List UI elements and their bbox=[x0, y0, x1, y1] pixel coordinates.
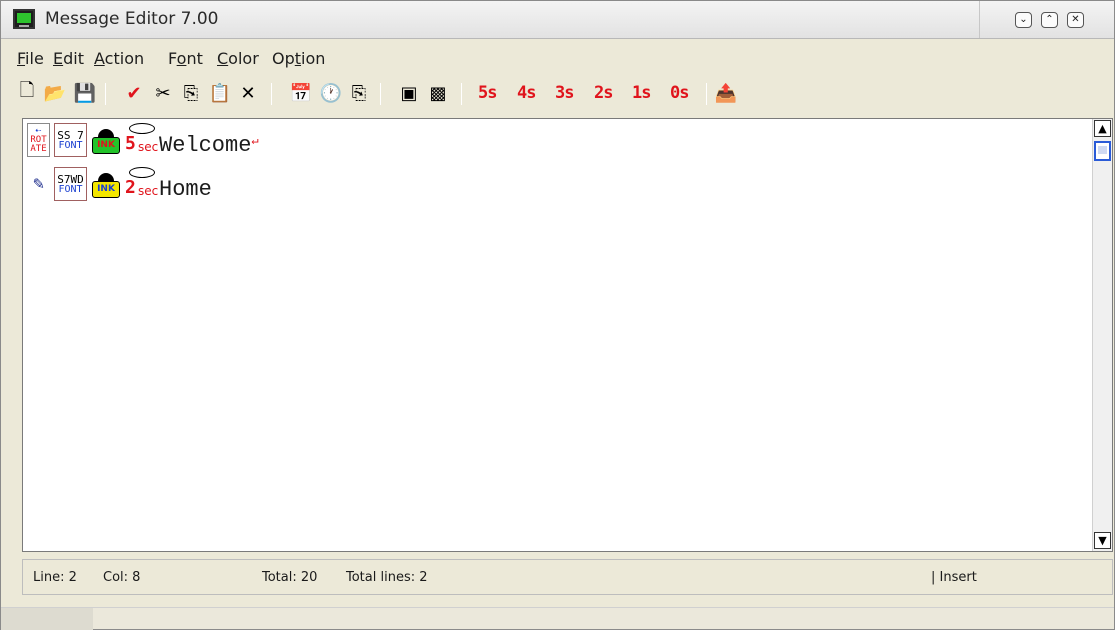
wipe-effect-icon[interactable]: ✎ bbox=[27, 167, 50, 201]
scroll-down-button[interactable]: ▼ bbox=[1094, 532, 1111, 549]
menu-edit[interactable]: Edit bbox=[53, 49, 84, 68]
toolbar: 🗋 📂 💾 ✔ ✂ ⎘ 📋 ✕ 📅 🕐 ⎘ ▣ ▩ 5s 4s 3s 2s 1s… bbox=[1, 77, 1114, 111]
message-line[interactable]: ✎ S7WD FONT INK 2 sec Home bbox=[27, 167, 527, 202]
send-message-icon[interactable]: 📤 bbox=[714, 81, 738, 105]
duration-icon[interactable]: 5 sec bbox=[125, 123, 158, 157]
duplicate-icon[interactable]: ⎘ bbox=[347, 81, 371, 105]
menu-action[interactable]: Action bbox=[94, 49, 144, 68]
menu-file[interactable]: File bbox=[17, 49, 44, 68]
save-icon[interactable]: 💾 bbox=[73, 81, 97, 105]
duration-icon[interactable]: 2 sec bbox=[125, 167, 158, 201]
font-code-icon[interactable]: S7WD FONT bbox=[54, 167, 87, 201]
menu-bar: File Edit Action Font Color Option bbox=[1, 45, 1114, 71]
delete-icon[interactable]: ✕ bbox=[236, 81, 260, 105]
message-text: Welcome↵ bbox=[159, 133, 259, 158]
toolbar-separator bbox=[105, 83, 106, 105]
scroll-thumb[interactable] bbox=[1094, 141, 1111, 161]
title-bar[interactable]: Message Editor 7.00 ⌄ ⌃ ✕ bbox=[1, 1, 1114, 39]
vertical-scrollbar[interactable]: ▲ ▼ bbox=[1092, 119, 1112, 551]
menu-font[interactable]: Font bbox=[168, 49, 203, 68]
toolbar-separator bbox=[380, 83, 381, 105]
cut-icon[interactable]: ✂ bbox=[151, 81, 175, 105]
toolbar-separator bbox=[271, 83, 272, 105]
time-3s-button[interactable]: 3s bbox=[555, 83, 575, 103]
open-folder-icon[interactable]: 📂 bbox=[43, 81, 67, 105]
frame-a-icon[interactable]: ▣ bbox=[397, 81, 421, 105]
status-total: Total: 20 bbox=[262, 570, 318, 585]
window-title: Message Editor 7.00 bbox=[45, 9, 219, 29]
toolbar-separator bbox=[706, 83, 707, 105]
menu-color[interactable]: Color bbox=[217, 49, 259, 68]
time-2s-button[interactable]: 2s bbox=[594, 83, 614, 103]
time-5s-button[interactable]: 5s bbox=[478, 83, 498, 103]
rotate-effect-icon[interactable]: ⇠ ROT ATE bbox=[27, 123, 50, 157]
menu-option[interactable]: Option bbox=[272, 49, 325, 68]
frame-b-icon[interactable]: ▩ bbox=[426, 81, 450, 105]
paste-icon[interactable]: 📋 bbox=[208, 81, 232, 105]
check-icon[interactable]: ✔ bbox=[122, 81, 146, 105]
time-0s-button[interactable]: 0s bbox=[670, 83, 690, 103]
insert-date-icon[interactable]: 📅 bbox=[289, 81, 313, 105]
insert-time-icon[interactable]: 🕐 bbox=[319, 81, 343, 105]
restore-button[interactable]: ⌃ bbox=[1041, 12, 1058, 28]
ink-color-icon[interactable]: INK bbox=[91, 129, 121, 155]
minimize-button[interactable]: ⌄ bbox=[1015, 12, 1032, 28]
scroll-up-button[interactable]: ▲ bbox=[1094, 120, 1111, 137]
new-file-icon[interactable]: 🗋 bbox=[15, 80, 39, 105]
copy-icon[interactable]: ⎘ bbox=[179, 81, 203, 105]
toolbar-separator bbox=[461, 83, 462, 105]
status-total-lines: Total lines: 2 bbox=[346, 570, 428, 585]
message-line[interactable]: ⇠ ROT ATE SS 7 FONT INK 5 sec Welcome↵ bbox=[27, 123, 527, 158]
time-4s-button[interactable]: 4s bbox=[517, 83, 537, 103]
message-editor-area[interactable]: ⇠ ROT ATE SS 7 FONT INK 5 sec Welcome↵ ✎ bbox=[22, 118, 1113, 552]
message-editor-window: Message Editor 7.00 ⌄ ⌃ ✕ File Edit Acti… bbox=[0, 0, 1115, 630]
status-line: Line: 2 bbox=[33, 570, 77, 585]
monitor-icon bbox=[13, 9, 35, 29]
title-divider bbox=[979, 1, 980, 38]
font-code-icon[interactable]: SS 7 FONT bbox=[54, 123, 87, 157]
ink-color-icon[interactable]: INK bbox=[91, 173, 121, 199]
bottom-strip bbox=[1, 607, 1114, 630]
message-text: Home bbox=[159, 177, 212, 202]
status-bar: Line: 2 Col: 8 Total: 20 Total lines: 2 … bbox=[22, 559, 1113, 595]
time-1s-button[interactable]: 1s bbox=[632, 83, 652, 103]
status-col: Col: 8 bbox=[103, 570, 141, 585]
status-mode: | Insert bbox=[931, 570, 977, 585]
close-button[interactable]: ✕ bbox=[1067, 12, 1084, 28]
line-break-icon: ↵ bbox=[251, 134, 259, 148]
